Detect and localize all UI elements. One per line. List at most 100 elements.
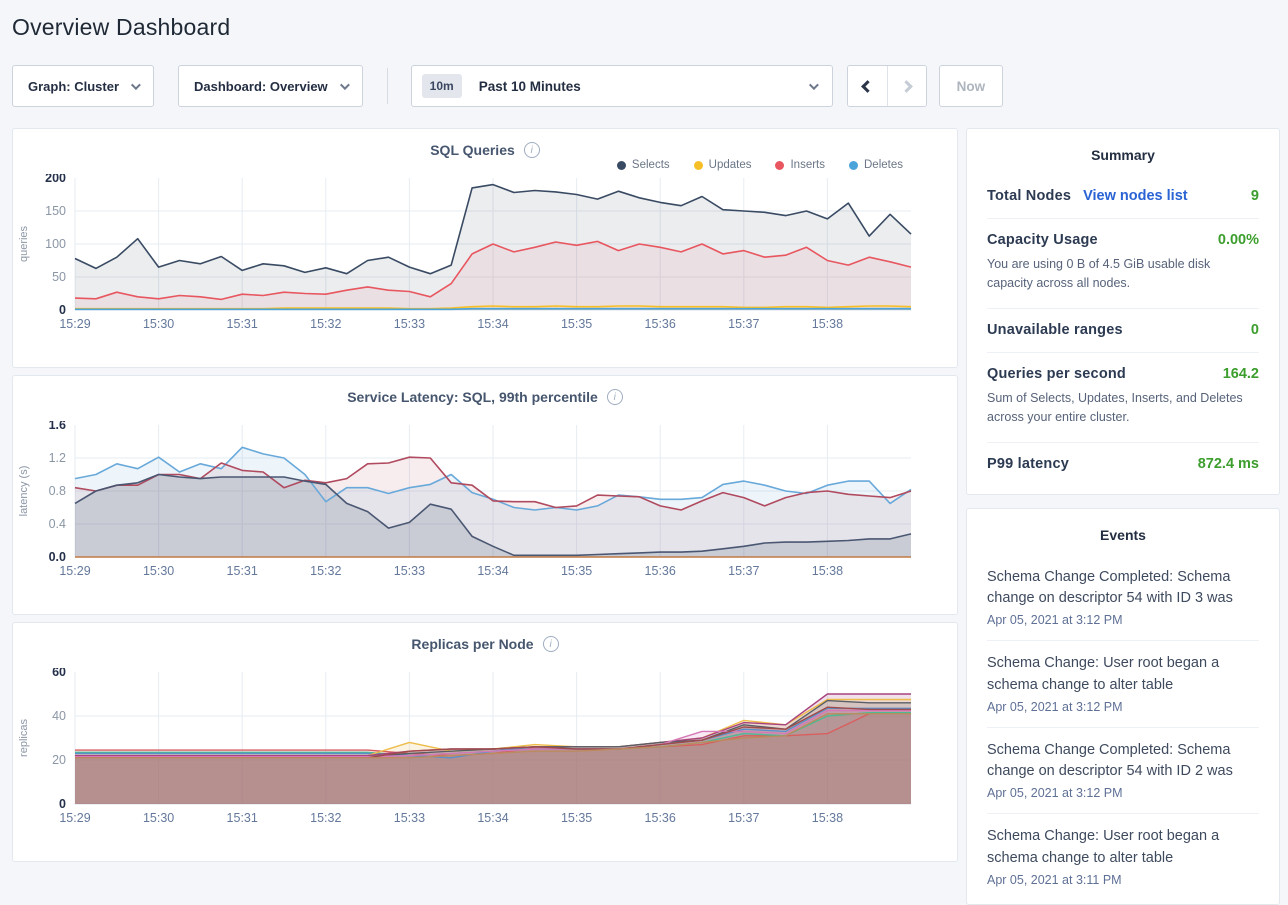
events-panel: Events Schema Change Completed: Schema c… <box>966 508 1280 905</box>
event-timestamp: Apr 05, 2021 at 3:12 PM <box>987 613 1259 627</box>
svg-text:0: 0 <box>59 797 66 811</box>
svg-text:15:30: 15:30 <box>143 811 174 825</box>
chevron-down-icon <box>131 80 141 90</box>
qps-label: Queries per second <box>987 366 1126 382</box>
svg-text:15:32: 15:32 <box>310 564 341 578</box>
capacity-usage-description: You are using 0 B of 4.5 GiB usable disk… <box>987 255 1259 294</box>
svg-text:latency (s): latency (s) <box>18 466 30 517</box>
event-text: Schema Change Completed: Schema change o… <box>987 740 1259 784</box>
legend-item[interactable]: Selects <box>617 159 670 171</box>
time-pager <box>847 65 927 107</box>
now-button[interactable]: Now <box>939 65 1004 107</box>
svg-text:50: 50 <box>52 270 66 284</box>
sql-queries-panel: SQL Queries i Selects Updates Inserts Delet… <box>12 128 958 368</box>
svg-text:15:38: 15:38 <box>812 564 843 578</box>
svg-text:1.2: 1.2 <box>49 451 66 465</box>
svg-text:15:32: 15:32 <box>310 811 341 825</box>
replicas-per-node-panel: Replicas per Node i 0 20 40 60 15:29 15:30 15:… <box>12 622 958 862</box>
service-latency-panel: Service Latency: SQL, 99th percentile i … <box>12 375 958 615</box>
svg-text:15:36: 15:36 <box>645 811 676 825</box>
info-icon[interactable]: i <box>543 636 559 652</box>
qps-value: 164.2 <box>1223 366 1259 382</box>
events-title: Events <box>987 509 1259 555</box>
svg-text:15:34: 15:34 <box>477 317 508 331</box>
dashboard-dropdown-label: Dashboard: Overview <box>194 79 328 94</box>
summary-row-qps: Queries per second 164.2 Sum of Selects,… <box>987 352 1259 442</box>
chevron-left-icon <box>861 80 874 93</box>
dashboard-dropdown[interactable]: Dashboard: Overview <box>178 65 363 107</box>
legend-dot-icon <box>694 161 703 170</box>
svg-text:0: 0 <box>59 303 66 317</box>
svg-text:0.0: 0.0 <box>49 550 66 564</box>
svg-text:15:35: 15:35 <box>561 811 592 825</box>
svg-text:15:29: 15:29 <box>59 564 90 578</box>
event-timestamp: Apr 05, 2021 at 3:12 PM <box>987 786 1259 800</box>
capacity-usage-label: Capacity Usage <box>987 232 1098 248</box>
summary-panel: Summary Total Nodes View nodes list 9 Ca… <box>966 128 1280 495</box>
time-forward-button[interactable] <box>887 66 926 106</box>
svg-text:60: 60 <box>52 668 66 679</box>
svg-text:15:29: 15:29 <box>59 811 90 825</box>
svg-text:15:33: 15:33 <box>394 811 425 825</box>
event-timestamp: Apr 05, 2021 at 3:12 PM <box>987 700 1259 714</box>
svg-text:15:31: 15:31 <box>227 564 258 578</box>
svg-text:15:31: 15:31 <box>227 317 258 331</box>
svg-text:15:31: 15:31 <box>227 811 258 825</box>
unavailable-ranges-value: 0 <box>1251 322 1259 338</box>
svg-text:1.6: 1.6 <box>49 421 66 432</box>
svg-text:20: 20 <box>52 753 66 767</box>
svg-text:15:37: 15:37 <box>728 317 759 331</box>
sql-queries-chart[interactable]: 05010015020015:2915:3015:3115:3215:3315:… <box>13 174 957 342</box>
service-latency-chart[interactable]: 0.00.40.81.21.615:2915:3015:3115:3215:33… <box>13 421 957 589</box>
svg-text:15:36: 15:36 <box>645 317 676 331</box>
summary-row-p99: P99 latency 872.4 ms <box>987 442 1259 486</box>
info-icon[interactable]: i <box>524 142 540 158</box>
graph-dropdown[interactable]: Graph: Cluster <box>12 65 154 107</box>
svg-text:15:33: 15:33 <box>394 317 425 331</box>
legend-dot-icon <box>775 161 784 170</box>
svg-text:15:30: 15:30 <box>143 317 174 331</box>
svg-text:15:33: 15:33 <box>394 564 425 578</box>
legend-label: Selects <box>632 159 670 171</box>
chart-title: SQL Queries <box>430 142 515 158</box>
svg-text:15:35: 15:35 <box>561 564 592 578</box>
svg-text:15:38: 15:38 <box>812 811 843 825</box>
svg-text:15:37: 15:37 <box>728 811 759 825</box>
svg-text:15:34: 15:34 <box>477 564 508 578</box>
legend-item[interactable]: Deletes <box>849 159 903 171</box>
svg-text:40: 40 <box>52 709 66 723</box>
chevron-down-icon <box>809 80 819 90</box>
view-nodes-list-link[interactable]: View nodes list <box>1083 188 1188 204</box>
overview-dashboard-page: Overview Dashboard Graph: Cluster Dashbo… <box>0 0 1288 905</box>
event-text: Schema Change Completed: Schema change o… <box>987 567 1259 611</box>
svg-text:0.8: 0.8 <box>49 484 66 498</box>
unavailable-ranges-label: Unavailable ranges <box>987 322 1123 338</box>
main-content: SQL Queries i Selects Updates Inserts Delet… <box>12 128 1280 905</box>
svg-text:15:29: 15:29 <box>59 317 90 331</box>
svg-text:150: 150 <box>45 204 66 218</box>
summary-row-unavailable-ranges: Unavailable ranges 0 <box>987 308 1259 352</box>
summary-row-total-nodes: Total Nodes View nodes list 9 <box>987 175 1259 218</box>
event-item: Schema Change: User root began a schema … <box>987 813 1259 900</box>
chevron-down-icon <box>340 80 350 90</box>
chart-header: Service Latency: SQL, 99th percentile i <box>13 376 957 400</box>
svg-text:replicas: replicas <box>18 719 30 757</box>
legend-item[interactable]: Updates <box>694 159 752 171</box>
total-nodes-label: Total Nodes <box>987 188 1071 204</box>
svg-text:15:34: 15:34 <box>477 811 508 825</box>
time-back-button[interactable] <box>848 66 887 106</box>
sidebar: Summary Total Nodes View nodes list 9 Ca… <box>966 128 1280 905</box>
legend-item[interactable]: Inserts <box>775 159 825 171</box>
chart-header: SQL Queries i <box>13 129 957 153</box>
legend-label: Updates <box>709 159 752 171</box>
chart-title: Replicas per Node <box>411 636 533 652</box>
legend-label: Deletes <box>864 159 903 171</box>
svg-text:100: 100 <box>45 237 66 251</box>
svg-text:0.4: 0.4 <box>49 517 66 531</box>
info-icon[interactable]: i <box>607 389 623 405</box>
replicas-per-node-chart[interactable]: 0 20 40 60 15:29 15:30 15:31 15:32 15:33 15:34 15:… <box>13 668 957 836</box>
total-nodes-value: 9 <box>1251 188 1259 204</box>
time-range-selector[interactable]: 10m Past 10 Minutes <box>411 65 833 107</box>
legend-label: Inserts <box>790 159 825 171</box>
event-text: Schema Change: User root began a schema … <box>987 653 1259 697</box>
